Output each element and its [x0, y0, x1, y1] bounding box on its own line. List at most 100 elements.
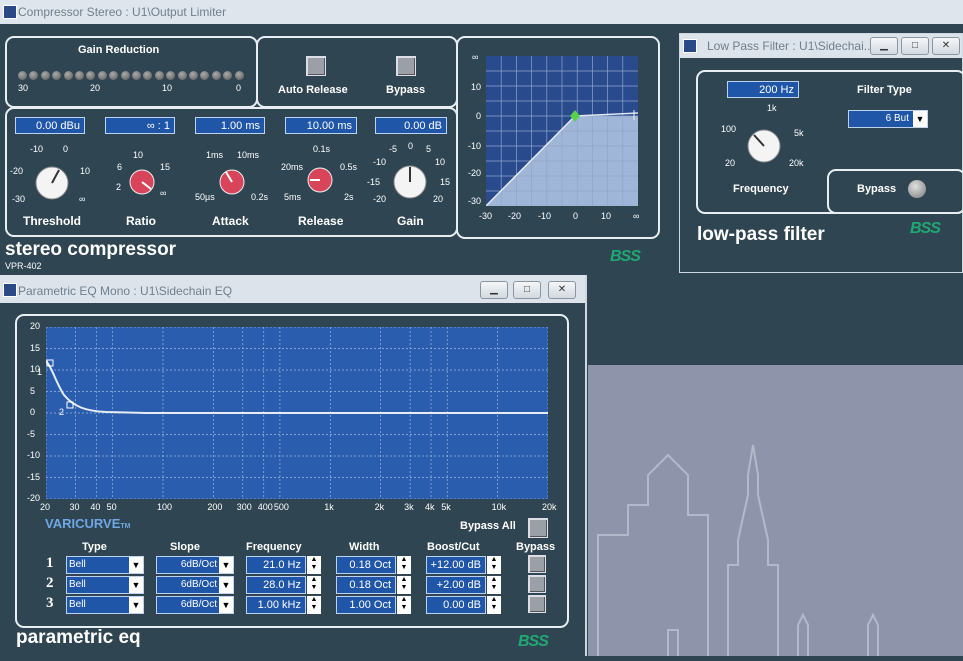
threshold-scale-inf: ∞ — [79, 194, 86, 204]
band-bypass-button[interactable] — [528, 595, 546, 613]
chevron-down-icon[interactable]: ▼ — [129, 557, 143, 573]
eq-x-tick: 1k — [324, 502, 334, 512]
peq-titlebar[interactable]: Parametric EQ Mono : U1\Sidechain EQ ▁ □… — [0, 275, 585, 303]
lpf-bypass-led[interactable] — [908, 180, 926, 198]
col-header-frequency: Frequency — [246, 541, 302, 553]
compressor-bss-logo: BSS — [610, 248, 641, 265]
band-frequency-spinner[interactable]: ▲ ▼ — [307, 576, 321, 594]
gr-scale-20: 20 — [90, 83, 101, 93]
gain-scale-10: 10 — [435, 157, 446, 167]
threshold-scale-0: 0 — [63, 144, 69, 154]
filter-type-label: Filter Type — [857, 84, 912, 96]
ratio-knob[interactable] — [126, 166, 158, 198]
lpf-frequency-label: Frequency — [733, 183, 789, 195]
attack-knob[interactable] — [216, 166, 248, 198]
gr-led — [223, 71, 233, 80]
peq-name: parametric eq — [16, 627, 141, 648]
band-gain-spinner[interactable]: ▲ ▼ — [487, 576, 501, 594]
eq-x-tick: 2k — [374, 502, 385, 512]
band-width-field[interactable]: 1.00 Oct — [336, 596, 396, 614]
gain-scale-m5: -5 — [389, 144, 398, 154]
peq-minimize-button[interactable]: ▁ — [480, 281, 508, 299]
band-gain-spinner[interactable]: ▲ ▼ — [487, 596, 501, 614]
lpf-titlebar[interactable]: Low Pass Filter : U1\Sidechai... ▁ □ ✕ — [680, 34, 962, 58]
eq-response-graph[interactable] — [46, 327, 548, 499]
band-bypass-button[interactable] — [528, 575, 546, 593]
band-frequency-spinner[interactable]: ▲ ▼ — [307, 596, 321, 614]
band-slope-value: 6dB/Oct — [180, 559, 217, 570]
gr-led — [120, 71, 130, 80]
band-type-select[interactable]: Bell ▼ — [66, 576, 144, 594]
band-type-value: Bell — [69, 559, 86, 570]
band-frequency-field[interactable]: 28.0 Hz — [246, 576, 306, 594]
lpf-close-button[interactable]: ✕ — [932, 37, 960, 55]
band-width-spinner[interactable]: ▲ ▼ — [397, 576, 411, 594]
filter-type-value: 6 But — [885, 113, 909, 124]
lpf-scale-20k: 20k — [789, 158, 804, 168]
attack-field[interactable]: 1.00 ms — [195, 117, 265, 134]
band-width-spinner[interactable]: ▲ ▼ — [397, 556, 411, 574]
gain-knob[interactable] — [390, 162, 430, 202]
band-width-field[interactable]: 0.18 Oct — [336, 576, 396, 594]
eq-x-tick: 10k — [491, 502, 507, 512]
peq-maximize-button[interactable]: □ — [513, 281, 541, 299]
band-gain-field[interactable]: +12.00 dB — [426, 556, 486, 574]
band-width-spinner[interactable]: ▲ ▼ — [397, 596, 411, 614]
peq-close-button[interactable]: ✕ — [548, 281, 576, 299]
band-slope-select[interactable]: 6dB/Oct ▼ — [156, 596, 234, 614]
compressor-name: stereo compressor — [5, 239, 177, 260]
release-field[interactable]: 10.00 ms — [285, 117, 357, 134]
auto-release-button[interactable] — [306, 56, 326, 76]
band-frequency-field[interactable]: 21.0 Hz — [246, 556, 306, 574]
chevron-down-icon[interactable]: ▼ — [219, 577, 233, 593]
band-gain-field[interactable]: 0.00 dB — [426, 596, 486, 614]
graph-x-inf: ∞ — [633, 211, 640, 221]
col-header-width: Width — [349, 541, 380, 553]
graph-y-inf: ∞ — [472, 52, 479, 62]
chevron-down-icon[interactable]: ▼ — [913, 111, 927, 127]
band-frequency-field[interactable]: 1.00 kHz — [246, 596, 306, 614]
ratio-field[interactable]: ∞ : 1 — [105, 117, 175, 134]
bypass-all-label: Bypass All — [460, 520, 516, 532]
chevron-down-icon[interactable]: ▼ — [129, 577, 143, 593]
lpf-title: Low Pass Filter : U1\Sidechai... — [707, 39, 874, 53]
band-gain-field[interactable]: +2.00 dB — [426, 576, 486, 594]
compressor-bypass-button[interactable] — [396, 56, 416, 76]
attack-label: Attack — [212, 214, 249, 228]
lpf-frequency-knob[interactable] — [744, 126, 784, 166]
band-type-select[interactable]: Bell ▼ — [66, 596, 144, 614]
band-type-select[interactable]: Bell ▼ — [66, 556, 144, 574]
bypass-all-button[interactable] — [528, 518, 548, 538]
band-slope-select[interactable]: 6dB/Oct ▼ — [156, 576, 234, 594]
lpf-frequency-field[interactable]: 200 Hz — [727, 81, 799, 98]
filter-type-select[interactable]: 6 But ▼ — [848, 110, 928, 128]
transfer-curve-graph[interactable] — [486, 56, 638, 206]
band-gain-spinner[interactable]: ▲ ▼ — [487, 556, 501, 574]
chevron-down-icon[interactable]: ▼ — [219, 597, 233, 613]
release-knob[interactable] — [304, 164, 336, 196]
compressor-model: VPR-402 — [5, 261, 42, 271]
graph-y-0: 0 — [476, 111, 482, 121]
band-slope-select[interactable]: 6dB/Oct ▼ — [156, 556, 234, 574]
gr-led — [40, 71, 50, 80]
attack-scale-50us: 50µs — [195, 192, 215, 202]
compressor-titlebar[interactable]: Compressor Stereo : U1\Output Limiter — [0, 0, 963, 24]
chevron-down-icon[interactable]: ▼ — [219, 557, 233, 573]
gain-field[interactable]: 0.00 dB — [375, 117, 447, 134]
band-frequency-spinner[interactable]: ▲ ▼ — [307, 556, 321, 574]
gain-scale-m20: -20 — [373, 194, 387, 204]
band-width-field[interactable]: 0.18 Oct — [336, 556, 396, 574]
gr-led — [200, 71, 210, 80]
app-icon — [3, 5, 17, 19]
threshold-knob[interactable] — [32, 163, 72, 203]
compressor-bypass-label: Bypass — [386, 84, 426, 96]
eq-y-tick: -10 — [27, 450, 41, 460]
lpf-minimize-button[interactable]: ▁ — [870, 37, 898, 55]
lpf-bss-logo: BSS — [910, 220, 941, 237]
lpf-maximize-button[interactable]: □ — [901, 37, 929, 55]
band-slope-value: 6dB/Oct — [180, 599, 217, 610]
chevron-down-icon[interactable]: ▼ — [129, 597, 143, 613]
gr-led — [211, 71, 221, 80]
band-bypass-button[interactable] — [528, 555, 546, 573]
threshold-field[interactable]: 0.00 dBu — [15, 117, 85, 134]
